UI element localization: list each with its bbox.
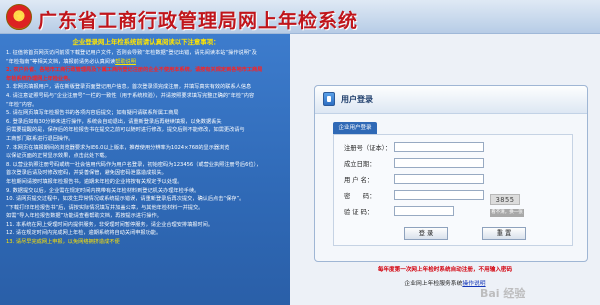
login-card-header: 用户登录	[315, 86, 587, 114]
captcha-input[interactable]	[394, 206, 454, 216]
notice-text: 13. 请尽早完成网上申报，以免网络拥挤造成不便	[6, 239, 120, 246]
notice-text: 10. 请网页提交过程中，如发生异常情况或系统提示错误，请重新登录后再次提交，确…	[6, 196, 245, 203]
notice-text: 5. 请在网页填写年检报告书的各项内容后提交；如有疑问请联系所属工商局	[6, 110, 179, 117]
reg-no-label: 注册号（证本）：	[344, 145, 392, 152]
notice-line: 12. 请在规定时间内完成网上年检，逾期系统将自动关闭申报功能。	[6, 229, 286, 238]
refresh-captcha-link[interactable]: 看不清，换一张	[490, 209, 524, 217]
reg-no-input[interactable]	[394, 142, 484, 152]
notice-text: 另需要提醒的是，保存后的年检报告书在提交之前可以随时进行修改，提交后则不能修改，…	[6, 127, 245, 134]
notice-text: 8. 以营业执照注册号码或统一社会信用代码作为用户名登录，初始密码为123456…	[6, 161, 262, 168]
notice-text: 4. 请注意证照号码与“企业注册号”一栏的一致性（用于系统校验），并请按照要求填…	[6, 92, 255, 99]
notice-text: 2. 农户外省、各地市工商行政管理局及下属工商所登记注册的企业不使用本系统，请按…	[6, 67, 263, 74]
est-date-input[interactable]	[394, 158, 484, 168]
help-link[interactable]: 帮助说明	[115, 59, 136, 65]
notice-line: 6. 登录后如有30分钟未进行操作，系统会自动退出，请重新登录后再继续填报，以免…	[6, 118, 286, 127]
notice-text: 以保证页面的正常显示效果，点击此处下载。	[6, 153, 110, 160]
auto-register-warning: 每年度第一次网上年检时系统自动注册，不用输入密码	[377, 267, 513, 273]
login-card: 用户登录 企业用户登录 注册号（证本）： 成立日期： 用 户 名： 密 码： 验…	[314, 85, 588, 262]
notice-text: 6. 登录后如有30分钟未进行操作，系统会自动退出，请重新登录后再继续填报，以免…	[6, 118, 222, 125]
notice-text: 1. 征值将首页网页访问前须下载登记用户文件，否则会导致“年检数据”登记出错，请…	[6, 50, 257, 56]
notice-line: 2. 农户外省、各地市工商行政管理局及下属工商所登记注册的企业不使用本系统，请按…	[6, 66, 286, 75]
notice-line: 另需要提醒的是，保存后的年检报告书在提交之前可以随时进行修改，提交后则不能修改，…	[6, 126, 286, 135]
notice-text: 如需“导入年检报告数据”功能请查看帮助文档，再按提示进行操作。	[6, 213, 162, 220]
notice-text: 12. 请在规定时间内完成网上年检，逾期系统将自动关闭申报功能。	[6, 230, 162, 237]
notice-line: 4. 请注意证照号码与“企业注册号”一栏的一致性（用于系统校验），并请按照要求填…	[6, 92, 286, 101]
username-label: 用 户 名：	[344, 177, 374, 184]
manual-line: 企业网上年检服务系统操作说明	[290, 278, 600, 287]
notice-text: 11. 本系统在网上受理时间内提供服务，非受理时间暂停服务，请企业合理安排填报时…	[6, 221, 214, 228]
notice-line: “年检”内容。	[6, 101, 286, 110]
notice-text: 首次登录后请及时修改密码，并妥善保管，避免因密码泄露造成损失。	[6, 170, 167, 177]
password-label: 密 码：	[344, 193, 376, 200]
notice-text: “年检”内容。	[6, 101, 38, 108]
notice-list: 1. 征值将首页网页访问前须下载登记用户文件，否则会导致“年检数据”登记出错，请…	[6, 49, 286, 247]
notice-line: 1. 征值将首页网页访问前须下载登记用户文件，否则会导致“年检数据”登记出错，请…	[6, 49, 286, 58]
page-title: 广东省工商行政管理局网上年检系统	[38, 10, 359, 32]
notice-heading: 企业登录网上年检系统前请认真阅读以下注意事项：	[72, 38, 220, 46]
login-title: 用户登录	[341, 95, 373, 104]
page: ★ 广东省工商行政管理局网上年检系统 企业登录网上年检系统前请认真阅读以下注意事…	[0, 0, 600, 305]
captcha-label: 验 证 码：	[344, 209, 374, 216]
reset-button[interactable]: 重 置	[482, 227, 526, 240]
notice-text: 年检系统办理网上年检业务。	[6, 75, 74, 82]
notice-line: 13. 请尽早完成网上申报，以免网络拥挤造成不便	[6, 238, 286, 247]
notice-line: 5. 请在网页填写年检报告书的各项内容后提交；如有疑问请联系所属工商局	[6, 109, 286, 118]
password-input[interactable]	[394, 190, 484, 200]
username-input[interactable]	[394, 174, 484, 184]
notice-line: 10. 请网页提交过程中，如发生异常情况或系统提示错误，请重新登录后再次提交，确…	[6, 195, 286, 204]
notice-line: 首次登录后请及时修改密码，并妥善保管，避免因密码泄露造成损失。	[6, 169, 286, 178]
notice-line: 如需“导入年检报告数据”功能请查看帮助文档，再按提示进行操作。	[6, 212, 286, 221]
site-header: ★ 广东省工商行政管理局网上年检系统	[0, 0, 600, 34]
notice-text: 3. 非网页填报用户，请在新版登录页面登记用户信息，首次登录须完成注册，并填写真…	[6, 84, 252, 91]
notice-line: 9. 数据提交以后，企业需在规定时间内携带有关年检材料到登记机关办理年检手续。	[6, 187, 286, 196]
captcha-image[interactable]: 3855	[490, 194, 520, 205]
notice-text: “年检指南”等相关文档，填报前请务必认真阅读	[6, 58, 116, 65]
notice-line: 8. 以营业执照注册号码或统一社会信用代码作为用户名登录，初始密码为123456…	[6, 161, 286, 170]
notice-line: “下载打印年检报告书”后，请按实际情况填写并加盖公章，与其他年检材料一并提交。	[6, 204, 286, 213]
manual-prefix: 企业网上年检服务系统	[404, 281, 463, 287]
national-emblem-icon: ★	[6, 4, 32, 30]
notice-line: 3. 非网页填报用户，请在新版登录页面登记用户信息，首次登录须完成注册，并填写真…	[6, 83, 286, 92]
notice-line: 7. 本网页在填报期间的浏览器要求为IE6.0以上版本，推荐使用分辨率为1024…	[6, 144, 286, 153]
est-date-label: 成立日期：	[344, 161, 376, 168]
notice-panel: 企业登录网上年检系统前请认真阅读以下注意事项： 1. 征值将首页网页访问前须下载…	[0, 34, 290, 305]
notice-line: “年检指南”等相关文档，填报前请务必认真阅读帮助说明	[6, 58, 286, 67]
notice-line: 年检系统办理网上年检业务。	[6, 75, 286, 84]
watermark: Bai 经验	[480, 287, 526, 300]
notice-text: 工商部门联系进行退回操作。	[6, 135, 74, 142]
user-login-icon	[323, 92, 335, 106]
login-button[interactable]: 登 录	[404, 227, 448, 240]
notice-line: 工商部门联系进行退回操作。	[6, 135, 286, 144]
notice-line: 年检期间请按时填报年检报告书，逾期未年检的企业将按有关规定予以处理。	[6, 178, 286, 187]
tab-enterprise-login[interactable]: 企业用户登录	[333, 122, 377, 134]
notice-text: 9. 数据提交以后，企业需在规定时间内携带有关年检材料到登记机关办理年检手续。	[6, 187, 200, 194]
notice-line: 11. 本系统在网上受理时间内提供服务，非受理时间暂停服务，请企业合理安排填报时…	[6, 221, 286, 230]
notice-text: 年检期间请按时填报年检报告书，逾期未年检的企业将按有关规定予以处理。	[6, 178, 183, 185]
notice-line: 以保证页面的正常显示效果，点击此处下载。	[6, 152, 286, 161]
notice-text: 7. 本网页在填报期间的浏览器要求为IE6.0以上版本，推荐使用分辨率为1024…	[6, 144, 230, 151]
login-form: 注册号（证本）： 成立日期： 用 户 名： 密 码： 验 证 码： 3855 看…	[333, 134, 573, 246]
login-area: 用户登录 企业用户登录 注册号（证本）： 成立日期： 用 户 名： 密 码： 验…	[290, 34, 600, 305]
notice-text: “下载打印年检报告书”后，请按实际情况填写并加盖公章，与其他年检材料一并提交。	[6, 204, 204, 211]
